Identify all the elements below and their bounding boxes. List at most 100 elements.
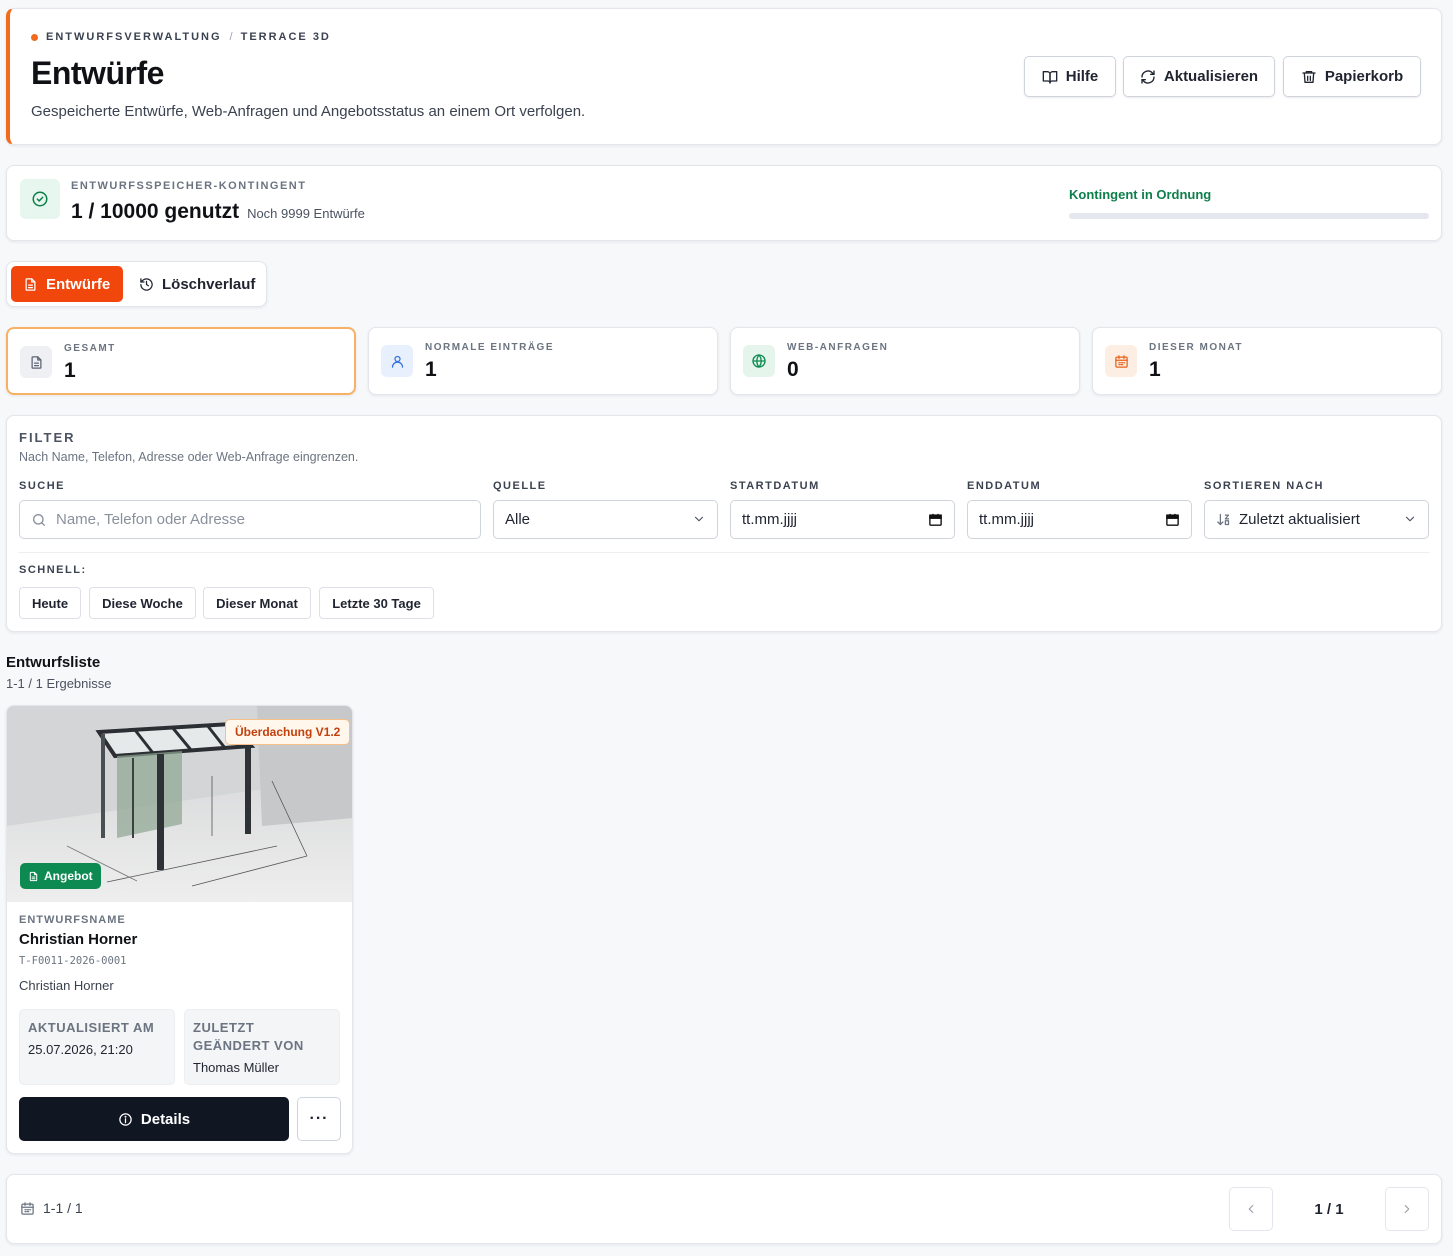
end-date-value: tt.mm.jjjj <box>979 511 1034 528</box>
more-options-button[interactable]: ··· <box>297 1097 341 1141</box>
offer-status-badge: Angebot <box>20 863 101 889</box>
stat-label: GESAMT <box>64 343 116 354</box>
changed-by-box: ZULETZT GEÄNDERT VON Thomas Müller <box>184 1009 340 1085</box>
breadcrumb-item-terrace[interactable]: TERRACE 3D <box>241 31 331 43</box>
source-label: QUELLE <box>493 480 547 492</box>
stat-value: 1 <box>64 359 76 382</box>
end-date-input[interactable]: tt.mm.jjjj <box>967 500 1192 539</box>
search-input[interactable]: Name, Telefon oder Adresse <box>19 500 481 539</box>
changed-by-value: Thomas Müller <box>193 1060 279 1075</box>
breadcrumb: ENTWURFSVERWALTUNG / TERRACE 3D <box>31 31 331 43</box>
filter-subtitle: Nach Name, Telefon, Adresse oder Web-Anf… <box>19 450 359 464</box>
quota-progress-bar <box>1069 213 1429 219</box>
quota-panel: ENTWURFSSPEICHER-KONTINGENT 1 / 10000 ge… <box>6 165 1442 241</box>
updated-at-label: AKTUALISIERT AM <box>28 1020 155 1035</box>
page-title: Entwürfe <box>31 55 164 91</box>
list-title: Entwurfsliste <box>6 654 101 671</box>
details-button-label: Details <box>140 1110 191 1128</box>
user-icon <box>381 345 413 377</box>
trash-button-label: Papierkorb <box>1324 68 1404 85</box>
tab-drafts-label: Entwürfe <box>46 275 111 293</box>
trash-button[interactable]: Papierkorb <box>1283 56 1421 97</box>
quota-used: 1 / 10000 genutzt <box>71 200 240 223</box>
draft-customer: Christian Horner <box>19 978 114 993</box>
details-button[interactable]: Details <box>19 1097 289 1141</box>
quick-filter-month[interactable]: Dieser Monat <box>203 587 311 619</box>
history-icon <box>140 277 153 291</box>
globe-icon <box>743 345 775 377</box>
pagination-info: 1-1 / 1 <box>20 1200 83 1216</box>
quota-status: Kontingent in Ordnung <box>1069 187 1212 202</box>
draft-card[interactable]: Überdachung V1.2 Angebot ENTWURFSNAME Ch… <box>6 705 353 1154</box>
view-tabs: Entwürfe Löschverlauf <box>6 261 267 307</box>
document-icon <box>29 871 38 881</box>
refresh-button-label: Aktualisieren <box>1163 68 1259 85</box>
start-date-value: tt.mm.jjjj <box>742 511 797 528</box>
tab-deletion-history-label: Löschverlauf <box>162 275 256 293</box>
stat-value: 0 <box>787 358 799 381</box>
help-button-label: Hilfe <box>1065 68 1099 85</box>
help-button[interactable]: Hilfe <box>1024 56 1116 97</box>
stat-card-web[interactable]: WEB-ANFRAGEN 0 <box>730 327 1080 395</box>
source-value: Alle <box>505 511 531 528</box>
chevron-down-icon <box>694 516 704 522</box>
breadcrumb-item-management[interactable]: ENTWURFSVERWALTUNG <box>46 31 222 43</box>
sort-select[interactable]: Zuletzt aktualisiert <box>1204 500 1429 539</box>
stat-label: DIESER MONAT <box>1149 342 1243 353</box>
changed-by-label: ZULETZT GEÄNDERT VON <box>193 1020 304 1053</box>
tab-drafts[interactable]: Entwürfe <box>11 266 123 302</box>
next-page-button[interactable] <box>1385 1187 1429 1231</box>
current-page: 1 / 1 <box>1314 1201 1344 1218</box>
calendar-icon[interactable] <box>928 512 943 527</box>
refresh-icon <box>1141 69 1155 84</box>
version-badge: Überdachung V1.2 <box>225 719 351 745</box>
source-select[interactable]: Alle <box>493 500 718 539</box>
draft-thumbnail[interactable]: Überdachung V1.2 Angebot <box>7 706 352 902</box>
calendar-icon[interactable] <box>1165 512 1180 527</box>
stat-label: NORMALE EINTRÄGE <box>425 342 554 353</box>
quick-filter-week[interactable]: Diese Woche <box>89 587 196 619</box>
filter-title: FILTER <box>19 430 76 445</box>
filter-panel: FILTER Nach Name, Telefon, Adresse oder … <box>6 415 1442 632</box>
updated-at-box: AKTUALISIERT AM 25.07.2026, 21:20 <box>19 1009 175 1085</box>
filter-divider <box>19 552 1429 553</box>
calendar-icon <box>21 1201 34 1215</box>
sort-icon <box>1217 513 1230 526</box>
stat-card-total[interactable]: GESAMT 1 <box>6 327 356 395</box>
stat-label: WEB-ANFRAGEN <box>787 342 889 353</box>
page-subtitle: Gespeicherte Entwürfe, Web-Anfragen und … <box>31 103 586 120</box>
document-icon <box>20 346 52 378</box>
calendar-icon <box>1105 345 1137 377</box>
quick-filter-30-days[interactable]: Letzte 30 Tage <box>319 587 434 619</box>
stat-value: 1 <box>425 358 437 381</box>
book-icon <box>1042 70 1058 84</box>
trash-icon <box>1302 70 1316 83</box>
chevron-left-icon <box>1248 1204 1254 1214</box>
pagination-range: 1-1 / 1 <box>43 1200 83 1216</box>
start-date-input[interactable]: tt.mm.jjjj <box>730 500 955 539</box>
list-count: 1-1 / 1 Ergebnisse <box>6 676 112 691</box>
quick-filter-label: SCHNELL: <box>19 564 87 576</box>
search-placeholder: Name, Telefon oder Adresse <box>56 511 246 528</box>
search-icon <box>33 513 45 526</box>
quota-label: ENTWURFSSPEICHER-KONTINGENT <box>71 180 307 192</box>
search-label: SUCHE <box>19 480 66 492</box>
draft-id: T-F0011-2026-0001 <box>19 955 127 967</box>
stat-card-month[interactable]: DIESER MONAT 1 <box>1092 327 1442 395</box>
chevron-right-icon <box>1404 1204 1410 1214</box>
stat-card-normal[interactable]: NORMALE EINTRÄGE 1 <box>368 327 718 395</box>
tab-deletion-history[interactable]: Löschverlauf <box>127 266 267 302</box>
updated-at-value: 25.07.2026, 21:20 <box>28 1042 133 1057</box>
previous-page-button[interactable] <box>1229 1187 1273 1231</box>
draft-name: Christian Horner <box>19 931 138 948</box>
info-icon <box>119 1112 132 1126</box>
start-date-label: STARTDATUM <box>730 480 820 492</box>
draft-name-label: ENTWURFSNAME <box>19 914 126 926</box>
end-date-label: ENDDATUM <box>967 480 1042 492</box>
offer-status-label: Angebot <box>44 869 93 883</box>
refresh-button[interactable]: Aktualisieren <box>1123 56 1275 97</box>
quick-filter-today[interactable]: Heute <box>19 587 81 619</box>
quota-usage: 1 / 10000 genutzt Noch 9999 Entwürfe <box>71 200 365 224</box>
status-dot <box>31 33 38 41</box>
sort-value: Zuletzt aktualisiert <box>1239 511 1360 528</box>
